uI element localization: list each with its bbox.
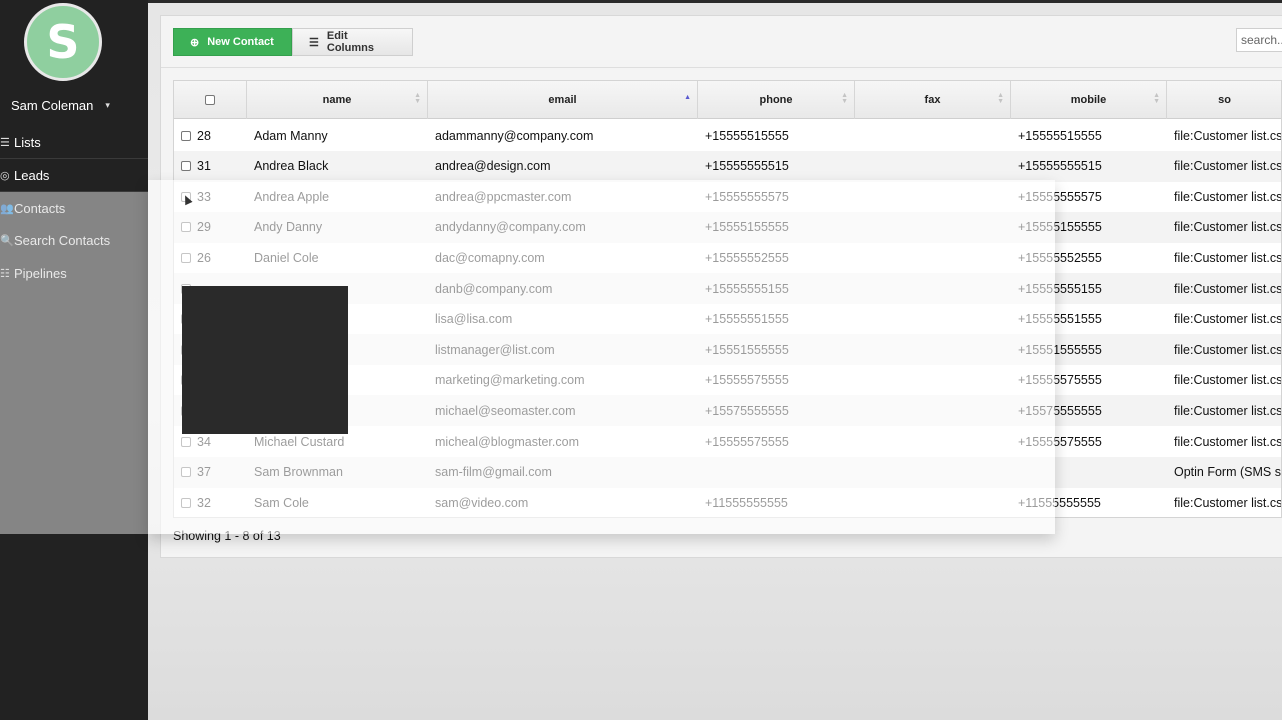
row-checkbox[interactable] (181, 161, 191, 172)
column-header-label: so (1218, 94, 1231, 106)
redaction-block (182, 286, 348, 434)
cell-mobile: +15555555515 (1018, 159, 1102, 174)
chevron-down-icon: ▾ (105, 99, 110, 110)
column-header-so[interactable]: so (1167, 81, 1281, 119)
column-header-phone[interactable]: phone ▲ ▼ (698, 81, 855, 119)
new-contact-button[interactable]: ⊕ New Contact (173, 28, 292, 56)
table-header: name ▲ ▼ email ▲ phone ▲ ▼ fax ▲ ▼ mobile ▲ ▼ so (174, 81, 1281, 119)
cell-source: file:Customer list.csv (1174, 495, 1282, 510)
new-contact-label: New Contact (207, 36, 274, 48)
cell-source: Optin Form (SMS si (1174, 465, 1282, 480)
cell-email[interactable]: andrea@design.com (435, 151, 697, 182)
column-header-label: mobile (1070, 94, 1107, 106)
cell-source: file:Customer list.csv (1174, 250, 1282, 265)
cell-source: file:Customer list.csv (1174, 159, 1282, 174)
avatar[interactable]: S (24, 3, 102, 81)
list-icon: ☰ (309, 36, 319, 49)
toolbar: ⊕ New Contact ☰ Edit Columns (173, 28, 413, 56)
divider (161, 67, 1282, 68)
sort-icon: ▲ ▼ (1153, 92, 1160, 105)
edit-columns-label: Edit Columns (326, 30, 374, 54)
sidebar-item-label: Lists (14, 134, 41, 150)
cell-source: file:Customer list.csv (1174, 220, 1282, 235)
select-all-checkbox[interactable] (205, 95, 215, 105)
user-name: Sam Coleman (11, 97, 94, 113)
sort-asc-icon: ▲ (684, 94, 691, 101)
cell-name: Adam Manny (254, 128, 328, 143)
sort-icon: ▲ ▼ (841, 92, 848, 105)
cell-source: file:Customer list.csv (1174, 189, 1282, 204)
user-menu[interactable]: Sam Coleman ▾ (11, 96, 141, 114)
cell-source: file:Customer list.csv (1174, 128, 1282, 143)
cell-name: Andrea Black (254, 159, 329, 174)
contact-id: 31 (197, 159, 211, 174)
cell-source: file:Customer list.csv (1174, 373, 1282, 388)
cell-email[interactable]: adammanny@company.com (435, 120, 697, 151)
edit-columns-button[interactable]: ☰ Edit Columns (292, 28, 413, 56)
plus-circle-icon: ⊕ (190, 36, 200, 49)
table-row[interactable]: 31 Andrea Black andrea@design.com +15555555… (174, 150, 1282, 182)
sort-icon: ▲ ▼ (997, 92, 1004, 105)
column-header-mobile[interactable]: mobile ▲ ▼ (1011, 81, 1167, 119)
column-header-label: phone (759, 94, 793, 106)
contact-id: 28 (197, 128, 211, 143)
avatar-initial: S (46, 15, 80, 69)
target-icon: ◎ (0, 169, 10, 182)
cell-source: file:Customer list.csv (1174, 403, 1282, 418)
column-header-email[interactable]: email ▲ (428, 81, 698, 119)
column-header-label: fax (924, 94, 941, 106)
list-icon: ☰ (0, 136, 10, 149)
cell-phone: +15555555515 (705, 159, 789, 174)
sidebar-item-label: Leads (14, 167, 50, 183)
cell-source: file:Customer list.csv (1174, 342, 1282, 357)
table-row[interactable]: 28 Adam Manny adammanny@company.com +155555… (174, 120, 1282, 151)
cell-source: file:Customer list.csv (1174, 281, 1282, 296)
sidebar-item-lists[interactable]: ☰ Lists (0, 126, 148, 158)
column-header-label: name (322, 94, 352, 106)
column-header-label: email (548, 94, 577, 106)
cell-source: file:Customer list.csv (1174, 434, 1282, 449)
cell-fax (862, 120, 1010, 151)
select-all-header (174, 81, 247, 119)
cell-fax (862, 151, 1010, 182)
cell-source: file:Customer list.csv (1174, 312, 1282, 327)
row-select-cell: 31 (181, 151, 247, 182)
row-checkbox[interactable] (181, 130, 191, 141)
recording-overlay-left (0, 192, 148, 534)
column-header-fax[interactable]: fax ▲ ▼ (855, 81, 1011, 119)
sort-icon: ▲ ▼ (414, 92, 421, 105)
sidebar-item-leads[interactable]: ◎ Leads (0, 159, 148, 191)
row-select-cell: 28 (181, 120, 247, 151)
column-header-name[interactable]: name ▲ ▼ (247, 81, 428, 119)
top-edge (148, 0, 1282, 3)
cell-phone: +15555515555 (705, 128, 789, 143)
cell-mobile: +15555515555 (1018, 128, 1102, 143)
search-input[interactable]: search... (1236, 28, 1282, 52)
